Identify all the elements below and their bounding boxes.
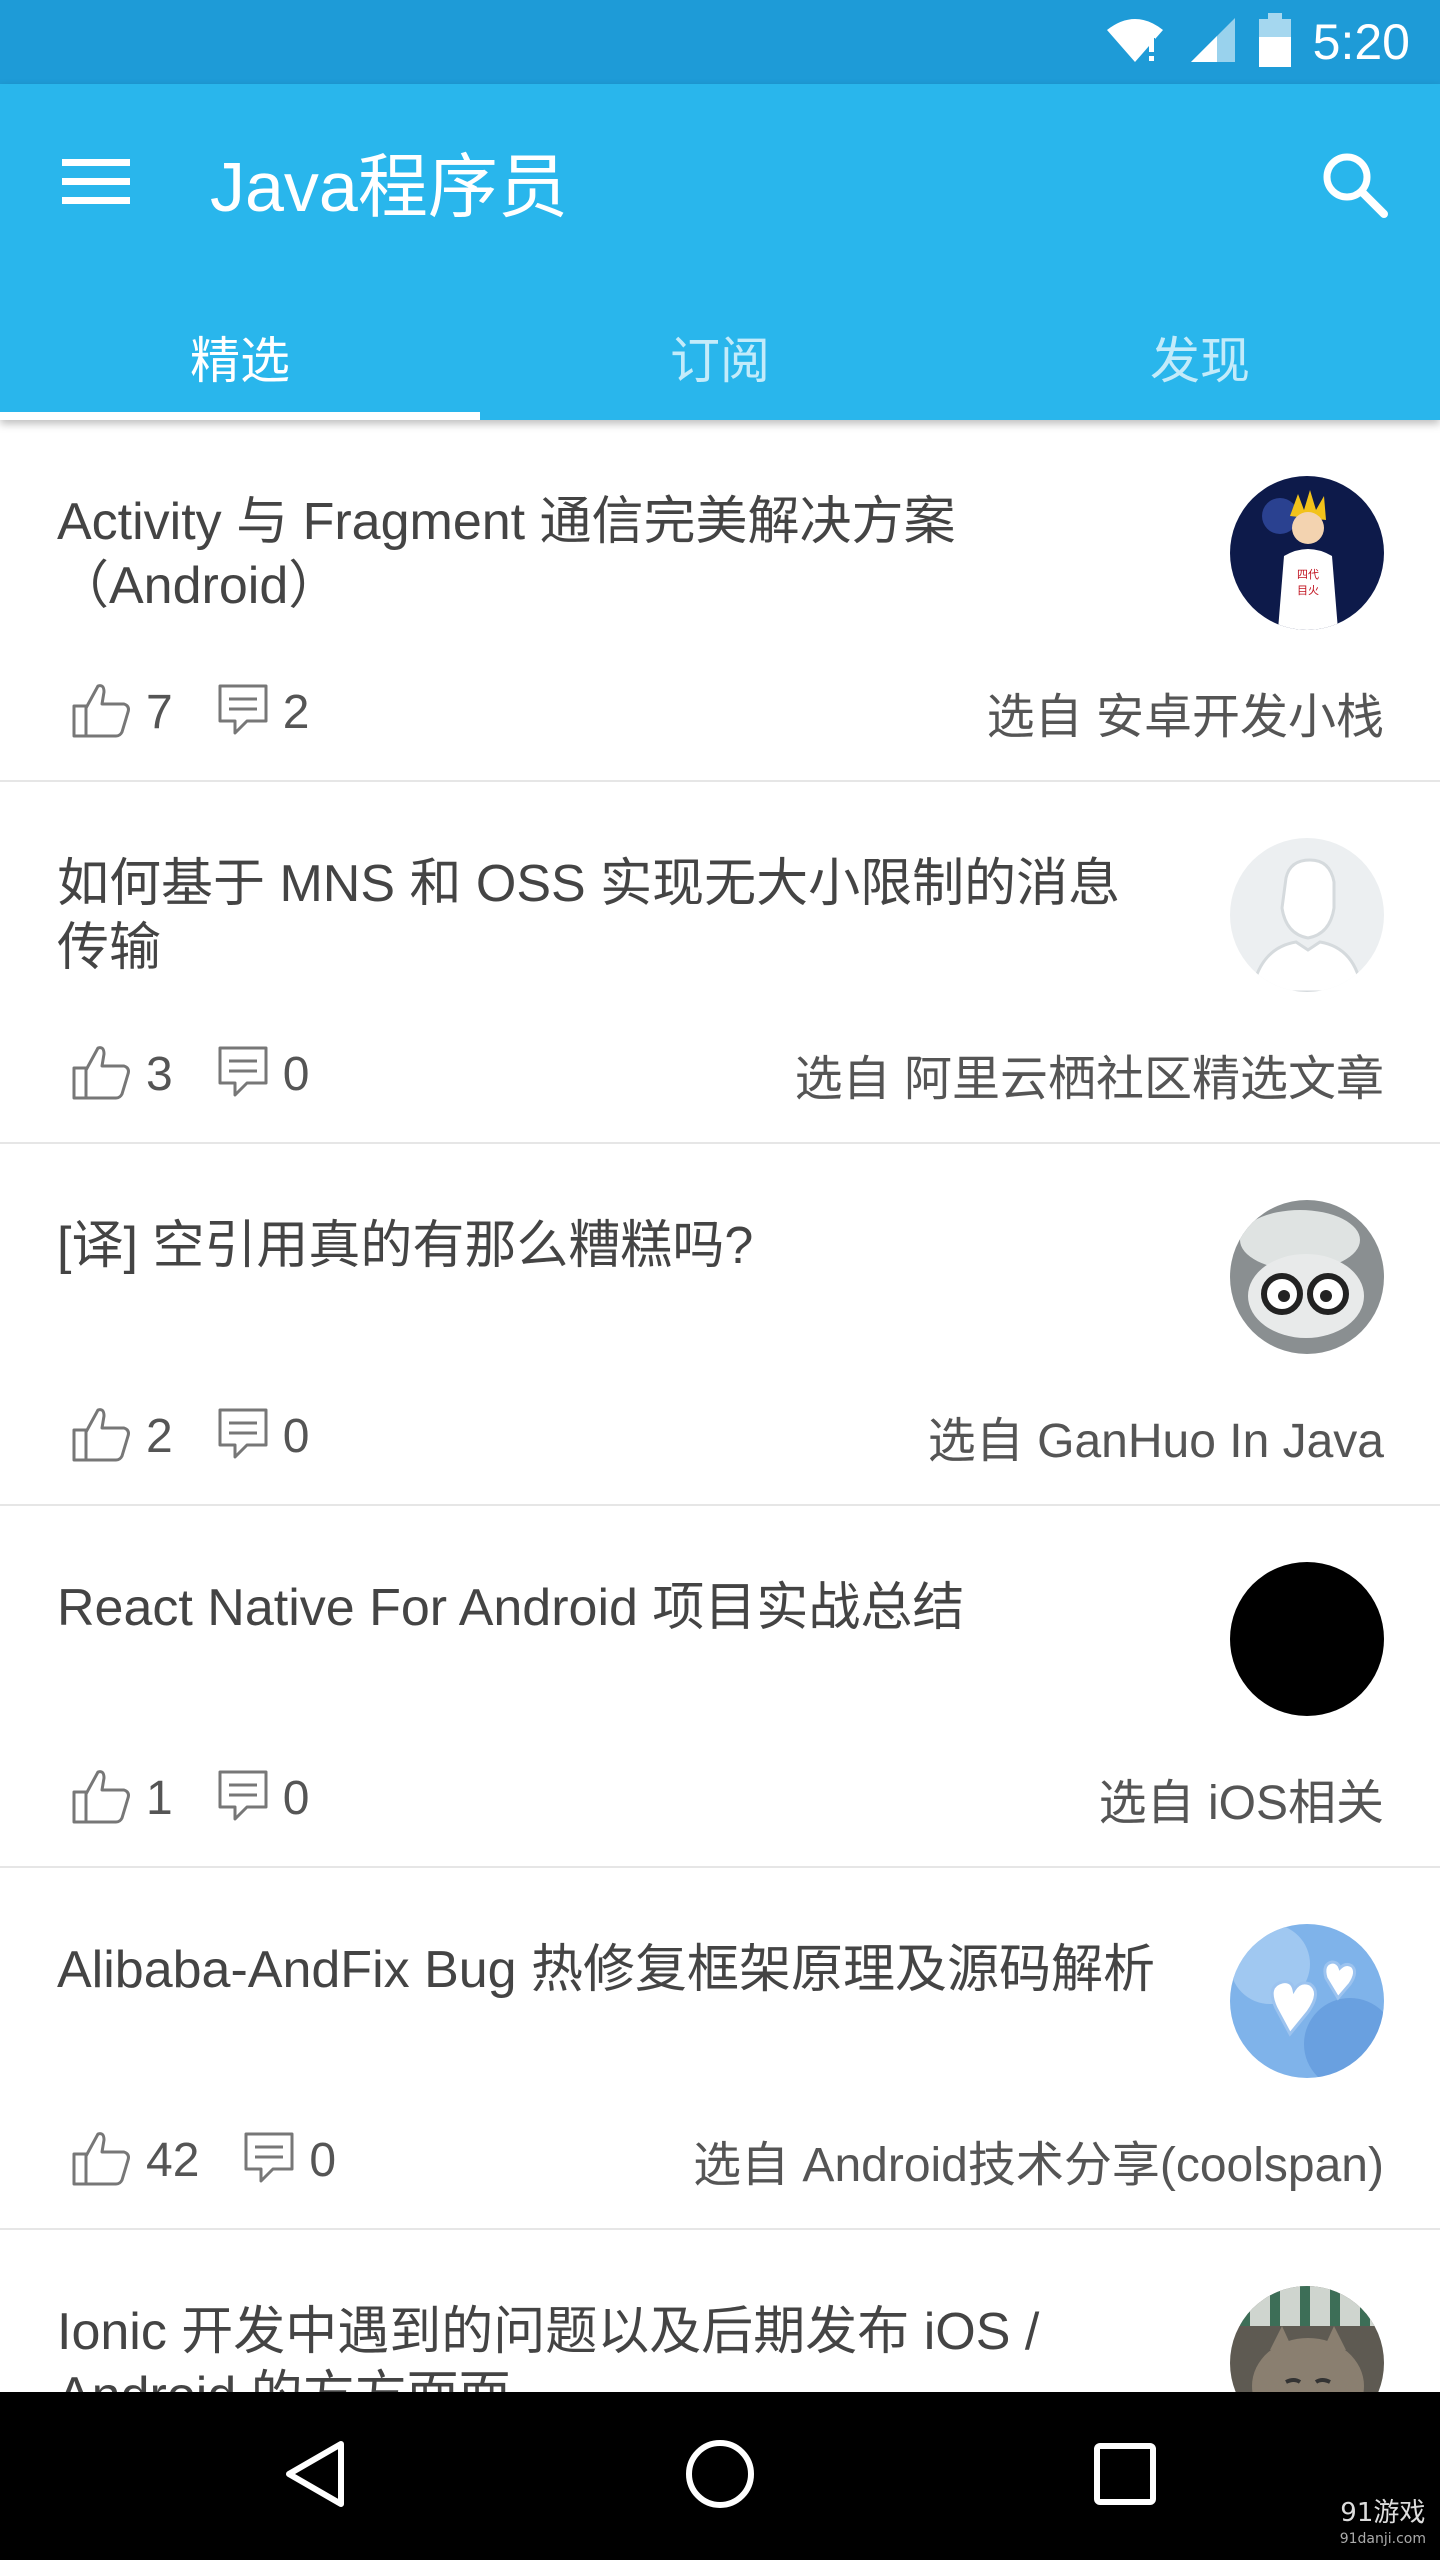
comment-button[interactable]: 2 [217,683,310,741]
comment-button[interactable]: 0 [243,2131,336,2189]
article-source[interactable]: 选自 GanHuo In Java [928,1396,1384,1476]
article-source[interactable]: 选自 阿里云栖社区精选文章 [795,1034,1384,1114]
app-title: Java程序员 [210,148,568,226]
article-title[interactable]: Alibaba-AndFix Bug 热修复框架原理及源码解析 [57,1938,1167,2002]
comment-icon [217,1769,269,1827]
article-item[interactable]: Activity 与 Fragment 通信完美解决方案（Android） 四代… [0,420,1440,782]
app-bar: Java程序员 精选 订阅 发现 [0,84,1440,420]
comment-icon [217,1045,269,1103]
tab-featured[interactable]: 精选 [0,294,480,420]
wifi-icon [1105,16,1165,68]
item-meta: 42 0 [70,2120,380,2200]
article-item[interactable]: React Native For Android 项目实战总结 1 0 选自 i… [0,1506,1440,1868]
home-circle-icon [684,2438,756,2514]
home-button[interactable] [670,2426,770,2526]
tab-label: 精选 [190,332,290,390]
comment-count: 2 [282,685,310,739]
hamburger-menu-icon [62,157,130,211]
tab-label: 发现 [1150,332,1250,390]
thumbs-up-icon [70,1042,132,1106]
author-avatar[interactable]: 四代 目火 [1230,476,1384,630]
recents-button[interactable] [1075,2426,1175,2526]
author-avatar[interactable] [1230,2286,1384,2392]
like-button[interactable]: 1 [70,1766,173,1830]
comment-count: 0 [282,1771,310,1825]
author-avatar[interactable] [1230,1924,1384,2078]
like-button[interactable]: 2 [70,1404,173,1468]
comment-count: 0 [282,1047,310,1101]
author-avatar[interactable] [1230,838,1384,992]
back-triangle-icon [283,2438,347,2514]
article-item[interactable]: Alibaba-AndFix Bug 热修复框架原理及源码解析 42 0 选自 … [0,1868,1440,2230]
like-count: 42 [146,2133,200,2187]
article-source[interactable]: 选自 Android技术分享(coolspan) [693,2120,1384,2200]
cellular-signal-icon [1187,16,1237,68]
watermark-url: 91danji.com [1339,2531,1426,2547]
back-button[interactable] [265,2426,365,2526]
comment-icon [243,2131,295,2189]
article-item[interactable]: 如何基于 MNS 和 OSS 实现无大小限制的消息传输 3 0 选自 阿里云栖社… [0,782,1440,1144]
svg-text:目火: 目火 [1297,584,1319,597]
like-button[interactable]: 7 [70,680,173,744]
thumbs-up-icon [70,1404,132,1468]
article-item[interactable]: Ionic 开发中遇到的问题以及后期发布 iOS / Android 的方方面面 [0,2230,1440,2392]
article-title[interactable]: 如何基于 MNS 和 OSS 实现无大小限制的消息传输 [57,852,1167,980]
like-count: 1 [146,1771,173,1825]
item-meta: 1 0 [70,1758,353,1838]
author-avatar[interactable] [1230,1200,1384,1354]
author-avatar[interactable] [1230,1562,1384,1716]
thumbs-up-icon [70,680,132,744]
article-title[interactable]: [译] 空引用真的有那么糟糕吗? [57,1214,1167,1278]
item-meta: 7 2 [70,672,353,752]
status-time: 5:20 [1312,14,1410,70]
watermark-text: 91游戏 [1340,2498,1426,2528]
article-source[interactable]: 选自 iOS相关 [1099,1758,1384,1838]
tab-label: 订阅 [670,332,770,390]
article-feed[interactable]: Activity 与 Fragment 通信完美解决方案（Android） 四代… [0,420,1440,2392]
watermark-logo: 91游戏 91danji.com [1340,2500,1426,2552]
comment-icon [217,683,269,741]
search-icon [1320,150,1390,224]
tab-subscriptions[interactable]: 订阅 [480,294,960,420]
article-title[interactable]: React Native For Android 项目实战总结 [57,1576,1167,1640]
like-count: 3 [146,1047,173,1101]
system-navigation-bar: 91游戏 91danji.com [0,2392,1440,2560]
item-meta: 2 0 [70,1396,353,1476]
thumbs-up-icon [70,1766,132,1830]
recents-square-icon [1093,2442,1157,2510]
like-count: 7 [146,685,173,739]
svg-text:四代: 四代 [1297,568,1319,581]
comment-count: 0 [282,1409,310,1463]
tab-discover[interactable]: 发现 [960,294,1440,420]
like-button[interactable]: 3 [70,1042,173,1106]
article-title[interactable]: Activity 与 Fragment 通信完美解决方案（Android） [57,490,1167,618]
comment-count: 0 [309,2133,337,2187]
battery-icon [1258,13,1291,71]
item-meta: 3 0 [70,1034,353,1114]
comment-icon [217,1407,269,1465]
thumbs-up-icon [70,2128,132,2192]
comment-button[interactable]: 0 [217,1407,310,1465]
article-title[interactable]: Ionic 开发中遇到的问题以及后期发布 iOS / Android 的方方面面 [57,2300,1167,2392]
comment-button[interactable]: 0 [217,1045,310,1103]
tab-indicator [0,412,480,420]
like-count: 2 [146,1409,173,1463]
like-button[interactable]: 42 [70,2128,199,2192]
article-source[interactable]: 选自 安卓开发小栈 [987,672,1384,752]
menu-button[interactable] [56,144,136,224]
comment-button[interactable]: 0 [217,1769,310,1827]
search-button[interactable] [1310,142,1400,232]
status-bar: 5:20 [0,0,1440,84]
tab-bar: 精选 订阅 发现 [0,294,1440,420]
article-item[interactable]: [译] 空引用真的有那么糟糕吗? 2 0 选自 GanHuo In Java [0,1144,1440,1506]
